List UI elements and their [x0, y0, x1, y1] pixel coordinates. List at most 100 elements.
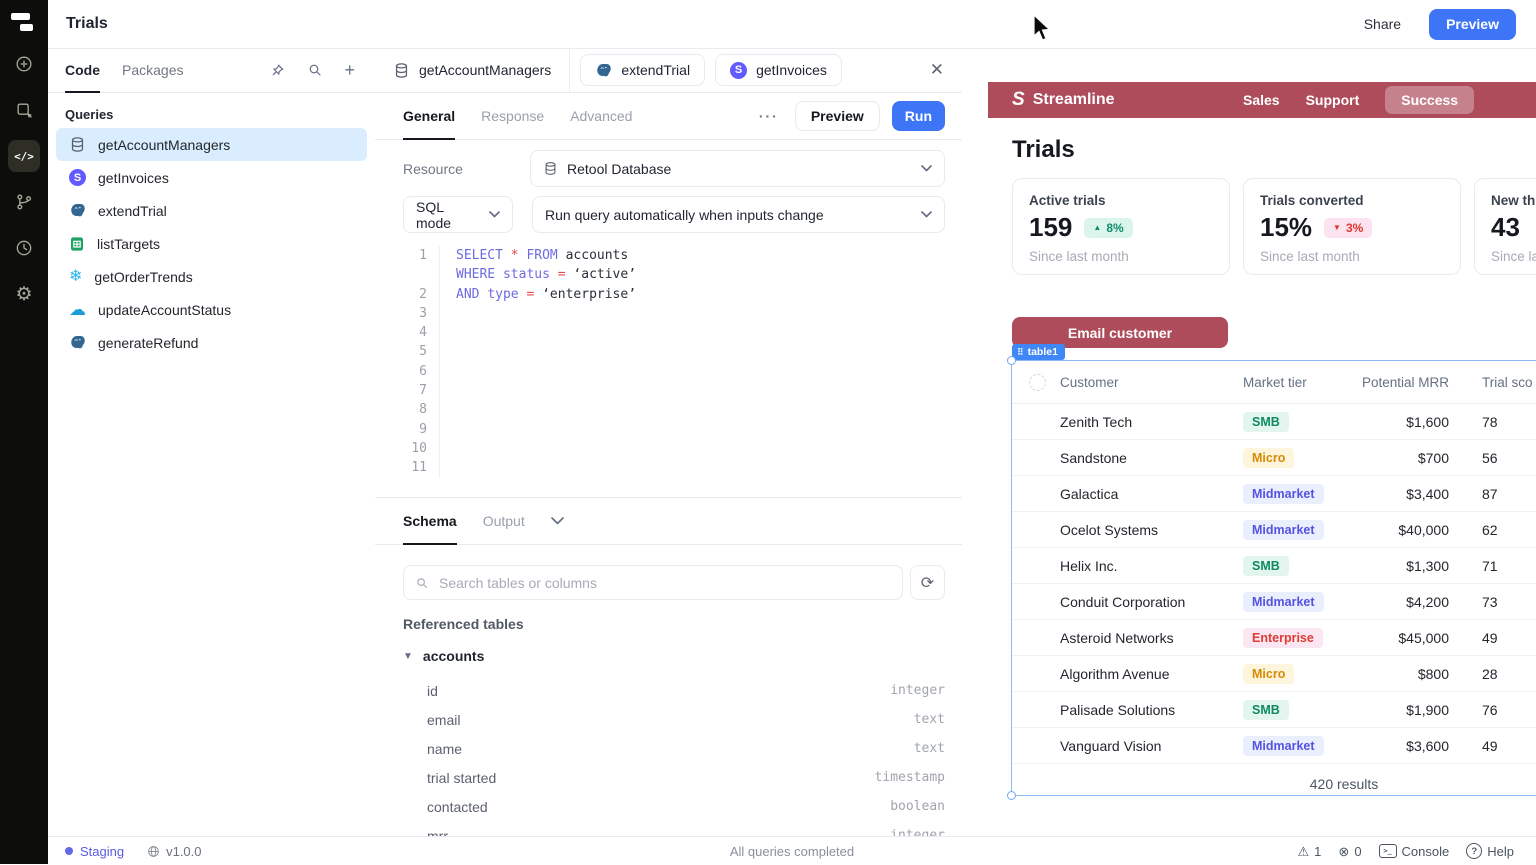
- tab-packages[interactable]: Packages: [122, 48, 183, 92]
- col-trial-score[interactable]: Trial sco: [1455, 375, 1536, 390]
- schema-search-input[interactable]: [437, 574, 891, 592]
- line-number: 6: [399, 362, 440, 381]
- cell-mrr: $1,900: [1355, 702, 1455, 718]
- schema-search[interactable]: [403, 565, 903, 600]
- refresh-schema-button[interactable]: ⟳: [910, 565, 945, 600]
- table-row[interactable]: Conduit CorporationMidmarket$4,20073: [1012, 584, 1536, 620]
- subtab-advanced[interactable]: Advanced: [570, 93, 632, 139]
- field-type: boolean: [890, 799, 945, 814]
- query-item-generateRefund[interactable]: generateRefund: [56, 326, 367, 359]
- rail-history-button[interactable]: [8, 232, 40, 264]
- selection-handle[interactable]: [1007, 356, 1016, 365]
- select-all-checkbox[interactable]: [1029, 374, 1046, 391]
- code-line: 1SELECT * FROM accounts: [399, 246, 946, 265]
- version-selector[interactable]: v1.0.0: [147, 844, 201, 859]
- widget-tag[interactable]: ⠿ table1: [1012, 344, 1065, 360]
- query-mode-select[interactable]: SQL mode: [403, 196, 513, 233]
- tier-badge: Midmarket: [1243, 484, 1324, 504]
- postgres-icon: [69, 202, 86, 219]
- stripe-icon: S: [730, 62, 747, 79]
- code-line: 7: [399, 381, 946, 400]
- tab-output[interactable]: Output: [483, 498, 525, 544]
- table-row[interactable]: Ocelot SystemsMidmarket$40,00062: [1012, 512, 1536, 548]
- col-market-tier[interactable]: Market tier: [1235, 375, 1355, 390]
- selection-handle[interactable]: [1007, 791, 1016, 800]
- code-icon: </>: [14, 150, 34, 163]
- resource-label: Resource: [403, 161, 530, 177]
- preview-app-button[interactable]: Preview: [1429, 9, 1516, 40]
- add-query-icon[interactable]: +: [344, 61, 355, 79]
- table-row[interactable]: Algorithm AvenueMicro$80028: [1012, 656, 1536, 692]
- overflow-menu-icon[interactable]: ···: [759, 108, 779, 124]
- search-icon[interactable]: [307, 62, 323, 78]
- environment-dot-icon: [65, 847, 73, 855]
- tier-badge: Enterprise: [1243, 628, 1323, 648]
- run-button[interactable]: Run: [892, 101, 945, 131]
- query-item-extendTrial[interactable]: extendTrial: [56, 194, 367, 227]
- editor-tab-getAccountManagers[interactable]: getAccountManagers: [375, 48, 570, 92]
- arrow-down-icon: ▼: [1333, 223, 1341, 232]
- queries-section-label: Queries: [65, 107, 375, 122]
- tier-badge: SMB: [1243, 556, 1289, 576]
- table-row[interactable]: Vanguard VisionMidmarket$3,60049: [1012, 728, 1536, 764]
- query-item-getOrderTrends[interactable]: ❄getOrderTrends: [56, 260, 367, 293]
- run-behavior-select[interactable]: Run query automatically when inputs chan…: [532, 196, 945, 233]
- collapse-panel-icon[interactable]: [551, 517, 564, 525]
- table-row[interactable]: GalacticaMidmarket$3,40087: [1012, 476, 1536, 512]
- rail-code-button[interactable]: </>: [8, 140, 40, 172]
- schema-table-accounts[interactable]: ▼ accounts: [403, 648, 484, 664]
- table-row[interactable]: Asteroid NetworksEnterprise$45,00049: [1012, 620, 1536, 656]
- brand-mark-icon: S: [1012, 89, 1025, 111]
- pin-icon[interactable]: [270, 62, 286, 78]
- stat-card: New th43Since la: [1474, 178, 1536, 275]
- table-row[interactable]: SandstoneMicro$70056: [1012, 440, 1536, 476]
- nav-item-support[interactable]: Support: [1306, 92, 1360, 108]
- table-row[interactable]: Palisade SolutionsSMB$1,90076: [1012, 692, 1536, 728]
- rail-settings-button[interactable]: ⚙: [8, 278, 40, 310]
- close-tab-icon[interactable]: ✕: [930, 60, 944, 80]
- page-title: Trials: [1012, 136, 1075, 164]
- table-row[interactable]: Helix Inc.SMB$1,30071: [1012, 548, 1536, 584]
- environment-selector[interactable]: Staging: [65, 844, 124, 859]
- status-warning[interactable]: ⚠1: [1298, 844, 1322, 859]
- query-item-updateAccountStatus[interactable]: ☁updateAccountStatus: [56, 293, 367, 326]
- line-number: 2: [399, 285, 440, 304]
- tab-schema[interactable]: Schema: [403, 498, 457, 544]
- resource-select[interactable]: Retool Database: [530, 150, 945, 187]
- chevron-down-icon: [921, 165, 932, 172]
- cell-mrr: $3,400: [1355, 486, 1455, 502]
- query-preview-button[interactable]: Preview: [795, 101, 880, 131]
- editor-tab-getInvoices[interactable]: SgetInvoices: [715, 54, 842, 86]
- code-line: 4: [399, 323, 946, 342]
- status-help[interactable]: ?Help: [1466, 843, 1514, 859]
- rail-add-button[interactable]: [8, 48, 40, 80]
- editor-panel: getAccountManagers extendTrial SgetInvoice…: [375, 48, 963, 836]
- tab-code[interactable]: Code: [65, 48, 100, 92]
- cell-customer: Vanguard Vision: [1052, 738, 1235, 754]
- col-potential-mrr[interactable]: Potential MRR: [1355, 375, 1455, 390]
- cell-customer: Ocelot Systems: [1052, 522, 1235, 538]
- subtab-general[interactable]: General: [403, 93, 455, 139]
- query-item-getAccountManagers[interactable]: getAccountManagers: [56, 128, 367, 161]
- query-item-listTargets[interactable]: listTargets: [56, 227, 367, 260]
- nav-item-success[interactable]: Success: [1385, 86, 1474, 114]
- cell-score: 49: [1455, 630, 1536, 646]
- sql-code-editor[interactable]: 1SELECT * FROM accountsWHERE status = ‘a…: [399, 246, 946, 494]
- cell-score: 76: [1455, 702, 1536, 718]
- app-canvas: S Streamline SalesSupportSuccess Trials …: [962, 48, 1536, 836]
- share-button[interactable]: Share: [1358, 15, 1407, 33]
- editor-tab-extendTrial[interactable]: extendTrial: [580, 54, 705, 86]
- cell-customer: Sandstone: [1052, 450, 1235, 466]
- rail-components-button[interactable]: [8, 94, 40, 126]
- col-customer[interactable]: Customer: [1052, 375, 1235, 390]
- query-item-getInvoices[interactable]: SgetInvoices: [56, 161, 367, 194]
- status-error[interactable]: ⊗0: [1338, 844, 1361, 859]
- table-row[interactable]: Zenith TechSMB$1,60078: [1012, 404, 1536, 440]
- nav-item-sales[interactable]: Sales: [1243, 92, 1280, 108]
- stat-label: Trials converted: [1260, 193, 1444, 208]
- cell-mrr: $700: [1355, 450, 1455, 466]
- rail-version-control-button[interactable]: [8, 186, 40, 218]
- subtab-response[interactable]: Response: [481, 93, 544, 139]
- history-icon: [14, 238, 34, 258]
- status-console[interactable]: >_Console: [1379, 844, 1450, 859]
